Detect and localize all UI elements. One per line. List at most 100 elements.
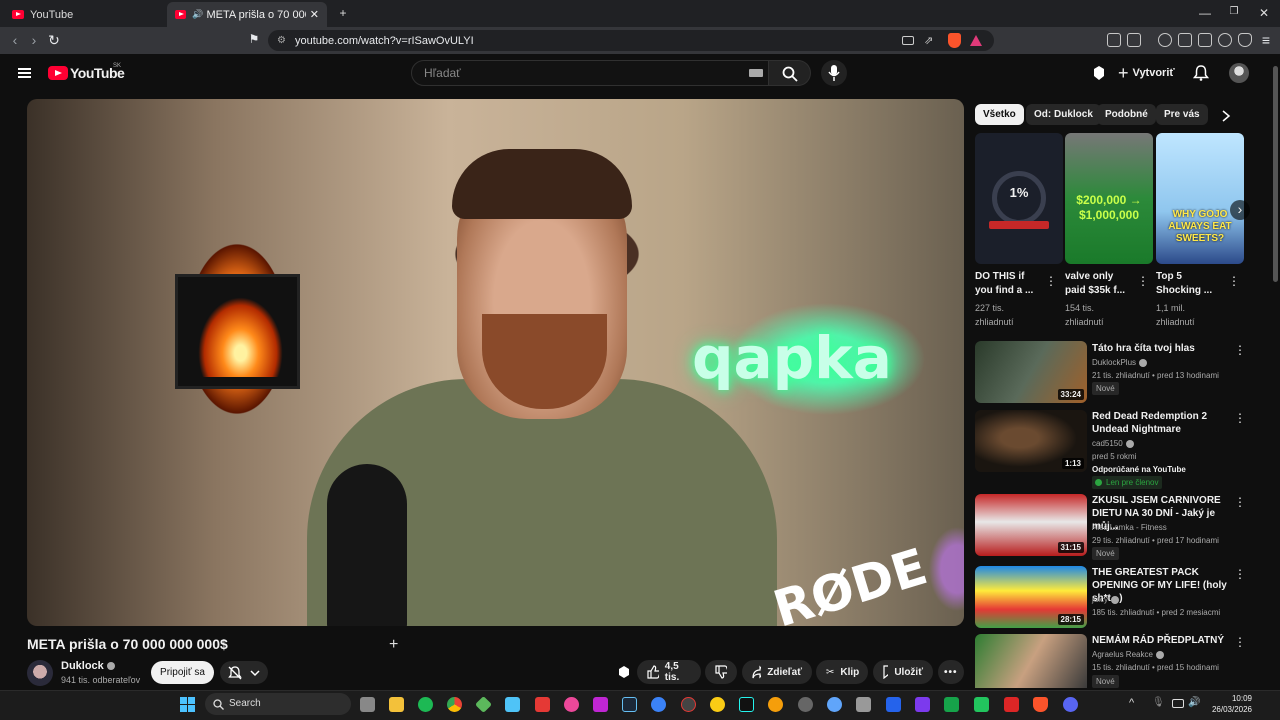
video-player[interactable]: qapka RØDE (27, 99, 964, 626)
steam-icon[interactable] (622, 697, 637, 712)
save-button[interactable]: Uložiť (873, 660, 933, 684)
tab-youtube[interactable]: YouTube (4, 2, 164, 27)
app-icon[interactable] (768, 697, 783, 712)
short-title[interactable]: valve only paid $35k f... (1065, 270, 1127, 298)
more-options-icon[interactable]: ⋮ (1234, 412, 1246, 424)
site-info-icon[interactable]: ⚙ (277, 35, 286, 46)
rec-channel[interactable]: cad5150 (1092, 437, 1134, 450)
more-options-icon[interactable]: ⋮ (1137, 275, 1149, 287)
short-title[interactable]: Top 5 Shocking ... (1156, 270, 1218, 298)
more-options-icon[interactable]: ⋮ (1228, 275, 1240, 287)
taskbar-clock[interactable]: 10:09 26/03/2026 (1208, 693, 1252, 715)
taskbar-search[interactable]: Search (205, 693, 351, 715)
chrome-icon[interactable] (447, 697, 462, 712)
page-scrollbar[interactable] (1271, 54, 1280, 690)
short-title[interactable]: DO THIS if you find a ... (975, 270, 1037, 298)
chip-from-channel[interactable]: Od: Duklock (1026, 104, 1101, 125)
notepad-icon[interactable] (505, 697, 520, 712)
more-options-icon[interactable]: ⋮ (1045, 275, 1057, 287)
rec-title[interactable]: Táto hra číta tvoj hlas (1092, 342, 1232, 355)
subscription-bell-button[interactable] (220, 661, 268, 684)
app-icon[interactable] (915, 697, 930, 712)
chevron-right-icon[interactable] (1221, 110, 1231, 122)
dislike-button[interactable] (705, 660, 737, 684)
brave-rewards-icon[interactable] (970, 35, 982, 46)
address-bar[interactable]: ⚙ youtube.com/watch?v=rISawOvULYI ⇗ (268, 30, 994, 51)
rec-channel[interactable]: Agraelus Reakce (1092, 648, 1164, 661)
brave-icon[interactable] (1033, 697, 1048, 712)
like-button[interactable]: 4,5 tis. (637, 660, 701, 684)
voice-search-button[interactable] (821, 60, 847, 86)
video-thumbnail[interactable]: 31:15 (975, 494, 1087, 556)
chip-related[interactable]: Podobné (1097, 104, 1156, 125)
premium-jewel-icon[interactable] (617, 665, 631, 679)
video-thumbnail[interactable]: 1:13 (975, 410, 1087, 472)
notifications-bell-icon[interactable] (1193, 65, 1209, 81)
video-thumbnail[interactable] (975, 634, 1087, 688)
tab-video[interactable]: 🔊 META prišla o 70 000 000 000$ ✕ (167, 2, 327, 27)
file-explorer-icon[interactable] (389, 697, 404, 712)
chip-for-you[interactable]: Pre vás (1156, 104, 1208, 125)
app-icon[interactable] (798, 697, 813, 712)
app-icon[interactable] (593, 697, 608, 712)
new-tab-icon[interactable]: + (333, 6, 353, 20)
wallet-icon[interactable] (1198, 33, 1212, 47)
forward-icon[interactable]: › (26, 32, 42, 48)
chip-all[interactable]: Všetko (975, 104, 1024, 125)
app-icon[interactable] (856, 697, 871, 712)
app-icon[interactable] (535, 697, 550, 712)
app-icon[interactable] (681, 697, 696, 712)
shorts-next-button[interactable]: › (1230, 200, 1250, 220)
volume-icon[interactable]: 🔊 (1188, 697, 1200, 708)
more-actions-button[interactable]: ••• (938, 660, 964, 684)
tray-chevron-icon[interactable]: ^ (1129, 697, 1134, 709)
tiktok-icon[interactable] (739, 697, 754, 712)
app-icon[interactable] (944, 697, 959, 712)
video-thumbnail[interactable]: 33:24 (975, 341, 1087, 403)
rec-channel[interactable]: DuklockPlus (1092, 356, 1148, 369)
join-button[interactable]: Pripojiť sa (151, 661, 214, 684)
app-icon[interactable] (827, 697, 842, 712)
account-avatar[interactable] (1229, 63, 1249, 83)
microphone-tray-icon[interactable]: 🎙 (1152, 697, 1165, 708)
premium-jewel-icon[interactable] (1091, 65, 1107, 81)
video-thumbnail[interactable]: 28:15 (975, 566, 1087, 628)
app-icon[interactable] (651, 697, 666, 712)
youtube-logo-icon[interactable] (48, 66, 68, 80)
chart-app-icon[interactable] (974, 697, 989, 712)
clip-button[interactable]: ✂ Klip (816, 660, 868, 684)
close-window-icon[interactable]: ✕ (1254, 6, 1274, 20)
more-options-icon[interactable]: ⋮ (1234, 496, 1246, 508)
rec-title[interactable]: Red Dead Redemption 2 Undead Nightmare (1092, 410, 1232, 436)
cast-icon[interactable] (902, 36, 914, 45)
short-thumbnail[interactable]: WHY GOJO ALWAYS EAT SWEETS? (1156, 133, 1244, 264)
reload-icon[interactable]: ↻ (46, 32, 62, 49)
keyboard-icon[interactable] (749, 69, 763, 77)
close-tab-icon[interactable]: ✕ (310, 8, 319, 21)
leo-ai-icon[interactable] (1218, 33, 1232, 47)
more-options-icon[interactable]: ⋮ (1234, 568, 1246, 580)
vpn-icon[interactable] (1238, 33, 1252, 47)
more-options-icon[interactable]: ⋮ (1234, 636, 1246, 648)
restore-icon[interactable]: ❐ (1224, 6, 1244, 17)
brave-shields-icon[interactable] (948, 33, 961, 48)
app-icon[interactable] (1004, 697, 1019, 712)
scrollbar-thumb[interactable] (1273, 66, 1278, 282)
search-input[interactable]: Hľadať (411, 60, 769, 86)
menu-icon[interactable]: ≡ (1258, 32, 1274, 48)
channel-avatar[interactable] (27, 660, 53, 686)
back-icon[interactable]: ‹ (7, 32, 23, 48)
app-icon[interactable] (886, 697, 901, 712)
guide-menu-icon[interactable] (18, 68, 31, 78)
app-icon[interactable] (564, 697, 579, 712)
short-thumbnail[interactable]: $200,000 → $1,000,000 (1065, 133, 1153, 264)
windows-start-icon[interactable] (180, 697, 195, 712)
minimize-icon[interactable]: — (1195, 6, 1215, 20)
app-icon[interactable] (710, 697, 725, 712)
share-button[interactable]: Zdieľať (742, 660, 812, 684)
network-icon[interactable] (1172, 699, 1184, 708)
search-button[interactable] (769, 60, 811, 86)
discord-icon[interactable] (1063, 697, 1078, 712)
short-thumbnail[interactable]: 1% (975, 133, 1063, 264)
media-icon[interactable] (1158, 33, 1172, 47)
